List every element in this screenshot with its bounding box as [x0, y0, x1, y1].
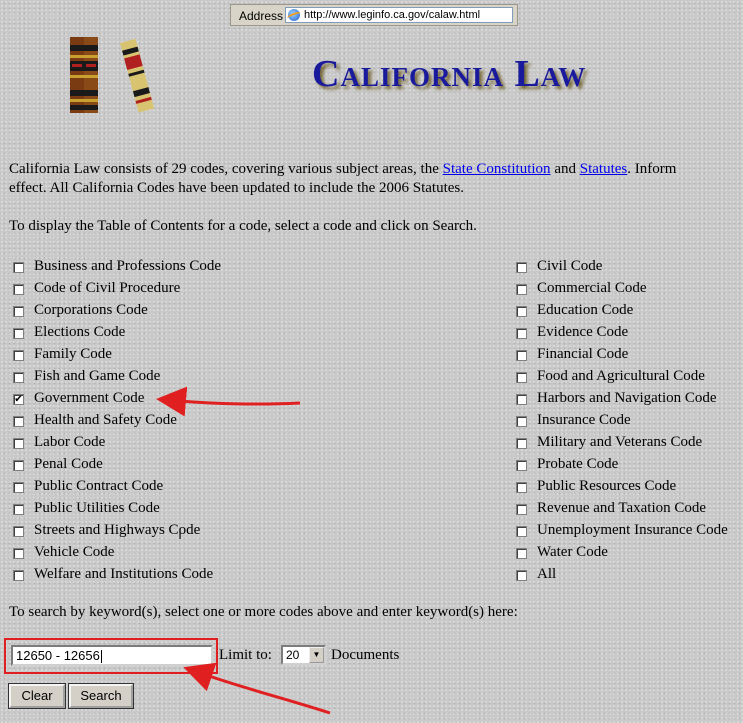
code-checkbox[interactable] — [516, 372, 527, 383]
intro-text-suffix: . Inform — [627, 161, 677, 177]
page-title: California Law — [312, 53, 587, 95]
annotation-arrow-government-code — [156, 386, 301, 417]
code-checkbox[interactable] — [516, 504, 527, 515]
code-label: Code of Civil Procedure — [34, 280, 181, 296]
search-button[interactable]: Search — [68, 683, 134, 709]
code-label: Welfare and Institutions Code — [34, 566, 214, 582]
code-label: Business and Professions Code — [34, 258, 222, 274]
keyword-highlight-box — [4, 638, 218, 674]
code-checkbox[interactable] — [13, 548, 24, 559]
code-checkbox[interactable] — [516, 548, 527, 559]
code-label: Family Code — [34, 346, 112, 362]
code-label: Education Code — [537, 302, 634, 318]
limit-select[interactable]: 20 ▼ — [281, 645, 326, 665]
code-label: All — [537, 566, 557, 582]
code-checkbox[interactable] — [516, 482, 527, 493]
code-label: Military and Veterans Code — [537, 434, 703, 450]
state-constitution-link[interactable]: State Constitution — [443, 161, 551, 177]
intro-paragraph: California Law consists of 29 codes, cov… — [9, 160, 743, 198]
address-url: http://www.leginfo.ca.gov/calaw.html — [304, 9, 481, 21]
code-checkbox[interactable] — [13, 284, 24, 295]
code-label: Harbors and Navigation Code — [537, 390, 717, 406]
code-checkbox[interactable] — [13, 438, 24, 449]
code-label: Streets and Highways Code — [34, 522, 201, 538]
code-label: Unemployment Insurance Code — [537, 522, 728, 538]
code-checkbox[interactable] — [13, 372, 24, 383]
code-label: Government Code — [34, 390, 145, 406]
code-checkbox[interactable] — [516, 284, 527, 295]
code-checkbox[interactable] — [516, 350, 527, 361]
code-checkbox[interactable] — [516, 416, 527, 427]
clear-button[interactable]: Clear — [8, 683, 66, 709]
intro-text: California Law consists of 29 codes, cov… — [9, 161, 443, 177]
code-checkbox[interactable] — [516, 306, 527, 317]
code-label: Food and Agricultural Code — [537, 368, 705, 384]
dropdown-arrow-icon[interactable]: ▼ — [309, 647, 324, 663]
annotation-arrow-keyword-input — [183, 662, 331, 715]
code-label: Public Resources Code — [537, 478, 677, 494]
code-checkbox[interactable] — [13, 262, 24, 273]
code-checkbox[interactable] — [13, 482, 24, 493]
intro-and-text: and — [550, 161, 580, 177]
code-checkbox[interactable] — [13, 306, 24, 317]
code-checkbox[interactable] — [13, 526, 24, 537]
code-checkbox[interactable] — [516, 570, 527, 581]
code-checkbox[interactable] — [516, 262, 527, 273]
address-bar: Address http://www.leginfo.ca.gov/calaw.… — [230, 4, 518, 26]
code-label: Evidence Code — [537, 324, 629, 340]
code-label: Probate Code — [537, 456, 619, 472]
keyword-instructions: To search by keyword(s), select one or m… — [9, 604, 518, 620]
limit-select-value: 20 — [286, 648, 300, 662]
code-label: Revenue and Taxation Code — [537, 500, 707, 516]
ie-page-icon — [288, 9, 300, 21]
code-checkbox[interactable] — [13, 416, 24, 427]
code-checkbox[interactable] — [13, 328, 24, 339]
code-checkbox[interactable] — [516, 526, 527, 537]
code-label: Vehicle Code — [34, 544, 115, 560]
address-field[interactable]: http://www.leginfo.ca.gov/calaw.html — [285, 7, 513, 23]
code-checkbox[interactable] — [516, 438, 527, 449]
code-label: Commercial Code — [537, 280, 647, 296]
toc-instructions: To display the Table of Contents for a c… — [9, 218, 477, 234]
code-label: Public Utilities Code — [34, 500, 160, 516]
code-label: Corporations Code — [34, 302, 148, 318]
code-checkbox[interactable] — [13, 504, 24, 515]
code-checkbox[interactable] — [13, 570, 24, 581]
documents-label: Documents — [331, 647, 400, 663]
code-checkbox[interactable] — [516, 328, 527, 339]
code-checkbox[interactable] — [13, 460, 24, 471]
address-label: Address — [239, 9, 284, 23]
ibeam-cursor-icon: I — [178, 527, 183, 543]
code-label: Civil Code — [537, 258, 603, 274]
intro-line-2: effect. All California Codes have been u… — [9, 180, 465, 196]
code-label: Water Code — [537, 544, 608, 560]
code-label: Elections Code — [34, 324, 126, 340]
code-label: Public Contract Code — [34, 478, 164, 494]
code-label: Insurance Code — [537, 412, 631, 428]
code-checkbox[interactable] — [13, 350, 24, 361]
limit-label: Limit to: — [219, 647, 272, 663]
code-label: Fish and Game Code — [34, 368, 161, 384]
code-label: Penal Code — [34, 456, 103, 472]
statutes-link[interactable]: Statutes — [580, 161, 628, 177]
law-books-logo — [70, 37, 155, 113]
code-label: Health and Safety Code — [34, 412, 177, 428]
code-checkbox[interactable] — [516, 460, 527, 471]
code-checkbox[interactable]: ✔ — [13, 394, 24, 405]
code-label: Labor Code — [34, 434, 106, 450]
code-checkbox[interactable] — [516, 394, 527, 405]
code-label: Financial Code — [537, 346, 629, 362]
